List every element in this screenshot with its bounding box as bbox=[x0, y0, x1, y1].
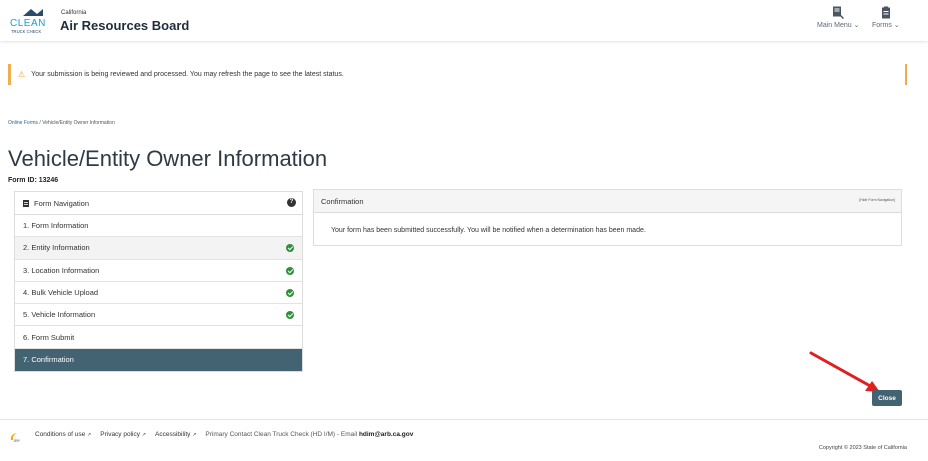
page-title: Vehicle/Entity Owner Information bbox=[8, 146, 328, 171]
sidebar-item-entity-information[interactable]: 2. Entity Information bbox=[15, 237, 302, 260]
site-header: CLEAN TRUCK CHECK California Air Resourc… bbox=[0, 0, 928, 41]
sidebar-item-label: 1. Form Information bbox=[23, 221, 89, 231]
question-circle-icon[interactable]: ? bbox=[287, 198, 296, 207]
footer-link-label: Privacy policy bbox=[100, 431, 140, 438]
footer-link-label: Conditions of use bbox=[35, 431, 86, 438]
breadcrumb-separator: / bbox=[39, 120, 41, 126]
sidebar-item-vehicle-information[interactable]: 5. Vehicle Information bbox=[15, 304, 302, 327]
ca-gov-logo[interactable]: .gov bbox=[9, 432, 23, 442]
logo-line-1: CLEAN bbox=[10, 18, 46, 29]
form-navigation-header: Form Navigation ? bbox=[15, 192, 302, 215]
check-circle-icon bbox=[286, 288, 294, 297]
copyright: Copyright © 2023 State of California bbox=[818, 445, 907, 451]
sidebar-item-label: 5. Vehicle Information bbox=[23, 310, 96, 320]
confirmation-message: Your form has been submitted successfull… bbox=[331, 227, 646, 234]
alert-message: Your submission is being reviewed and pr… bbox=[31, 71, 344, 78]
forms-dropdown[interactable]: Forms ⌄ bbox=[872, 6, 900, 29]
external-link-icon: ↗ bbox=[141, 432, 146, 438]
logo-line-2: TRUCK CHECK bbox=[11, 29, 41, 34]
footer-contact: Primary Contact Clean Truck Check (HD I/… bbox=[205, 431, 413, 438]
sidebar-item-label: 4. Bulk Vehicle Upload bbox=[23, 288, 99, 298]
sidebar-item-form-information[interactable]: 1. Form Information bbox=[15, 215, 302, 238]
forms-icon bbox=[881, 6, 890, 19]
sidebar-item-location-information[interactable]: 3. Location Information bbox=[15, 260, 302, 282]
site-footer: .gov Conditions of use ↗ Privacy policy … bbox=[0, 419, 928, 461]
clean-truck-check-logo[interactable]: CLEAN TRUCK CHECK bbox=[9, 6, 57, 36]
hide-form-navigation-link[interactable]: [Hide Form Navigation] bbox=[859, 198, 895, 202]
main-menu-label: Main Menu ⌄ bbox=[817, 22, 860, 29]
confirmation-panel: Confirmation [Hide Form Navigation] Your… bbox=[313, 189, 902, 246]
svg-text:.gov: .gov bbox=[13, 439, 20, 443]
breadcrumb: Online Forms / Vehicle/Entity Owner Info… bbox=[8, 120, 115, 126]
form-id: Form ID: 13246 bbox=[8, 177, 59, 184]
footer-contact-email[interactable]: hdim@arb.ca.gov bbox=[359, 431, 413, 438]
footer-link-label: Accessibility bbox=[155, 431, 191, 438]
main-menu-dropdown[interactable]: Main Menu ⌄ bbox=[817, 6, 859, 29]
main-menu-icon bbox=[833, 6, 845, 19]
status-alert: ⚠ Your submission is being reviewed and … bbox=[8, 64, 907, 85]
check-circle-icon bbox=[286, 311, 294, 320]
sidebar-item-form-submit[interactable]: 6. Form Submit bbox=[15, 326, 302, 349]
sidebar-item-label: 3. Location Information bbox=[23, 265, 100, 275]
sidebar-item-label: 7. Confirmation bbox=[23, 355, 74, 365]
confirmation-panel-header: Confirmation [Hide Form Navigation] bbox=[314, 190, 901, 213]
sidebar-item-bulk-vehicle-upload[interactable]: 4. Bulk Vehicle Upload bbox=[15, 282, 302, 305]
brand-state: California bbox=[61, 10, 87, 16]
sidebar-item-label: 6. Form Submit bbox=[23, 332, 75, 342]
footer-contact-text: Primary Contact Clean Truck Check (HD I/… bbox=[205, 431, 358, 438]
external-link-icon: ↗ bbox=[87, 432, 92, 438]
footer-links: Conditions of use ↗ Privacy policy ↗ Acc… bbox=[35, 431, 413, 438]
breadcrumb-online-forms[interactable]: Online Forms bbox=[8, 120, 38, 126]
footer-link-conditions[interactable]: Conditions of use ↗ bbox=[35, 431, 91, 438]
breadcrumb-current: Vehicle/Entity Owner Information bbox=[42, 120, 115, 126]
warning-icon: ⚠ bbox=[18, 70, 26, 79]
check-circle-icon bbox=[286, 266, 294, 275]
form-navigation: Form Navigation ? 1. Form Information 2.… bbox=[14, 191, 303, 373]
form-navigation-title: Form Navigation bbox=[34, 198, 90, 208]
document-icon bbox=[23, 199, 29, 207]
brand-name[interactable]: Air Resources Board bbox=[60, 18, 189, 33]
close-button[interactable]: Close bbox=[872, 390, 902, 406]
external-link-icon: ↗ bbox=[192, 432, 197, 438]
footer-link-accessibility[interactable]: Accessibility ↗ bbox=[155, 431, 196, 438]
check-circle-icon bbox=[286, 244, 294, 253]
forms-label: Forms ⌄ bbox=[872, 22, 900, 29]
sidebar-item-label: 2. Entity Information bbox=[23, 243, 90, 253]
panel-title: Confirmation bbox=[321, 196, 364, 206]
footer-link-privacy[interactable]: Privacy policy ↗ bbox=[100, 431, 146, 438]
sidebar-item-confirmation[interactable]: 7. Confirmation bbox=[15, 348, 302, 372]
